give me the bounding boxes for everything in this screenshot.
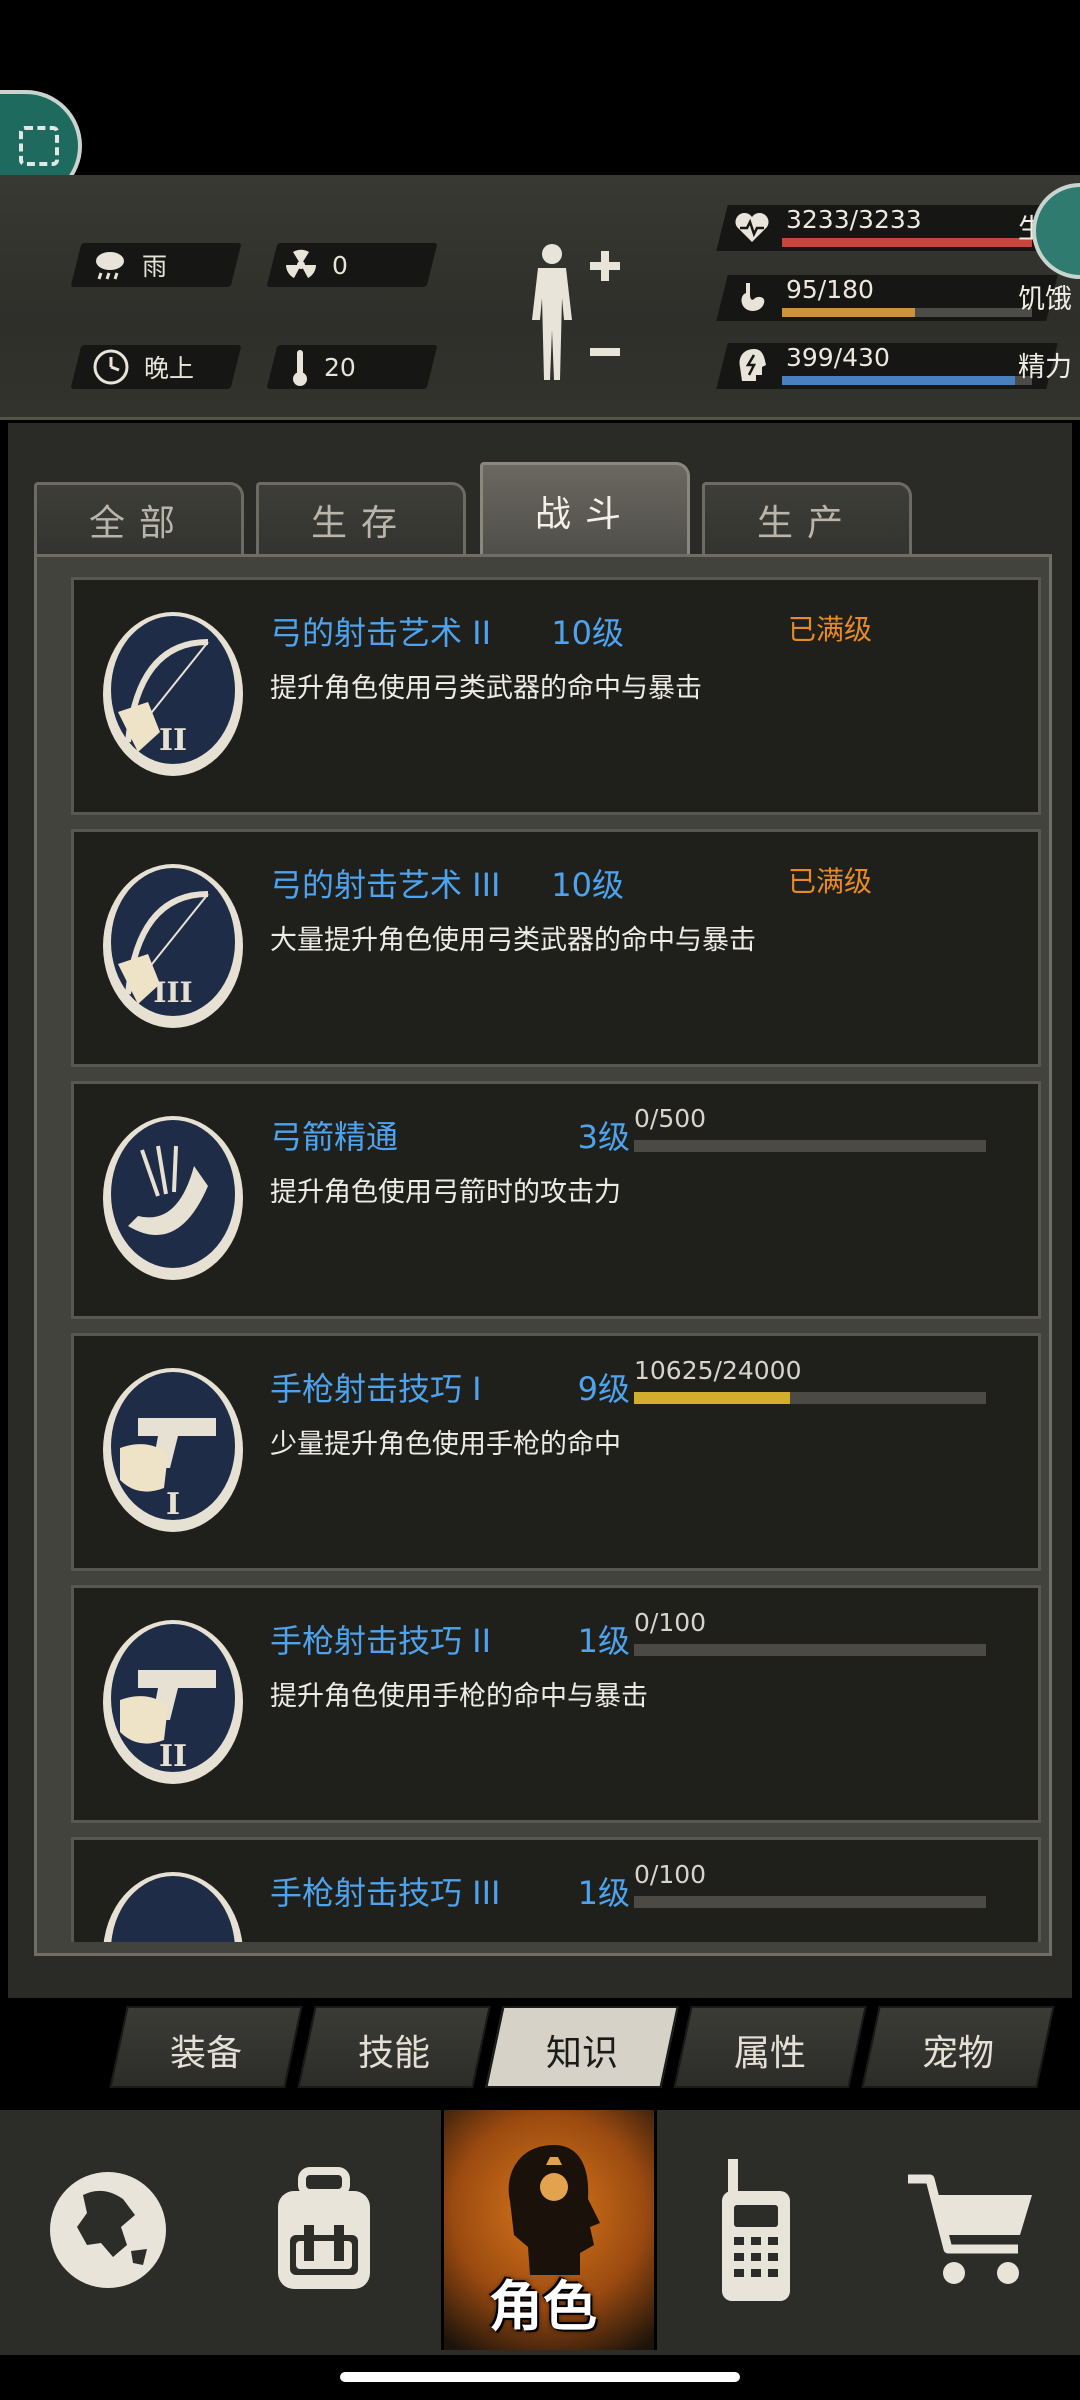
energy-value: 399/430 [786, 343, 890, 372]
skill-level: 3级 [577, 1118, 630, 1156]
nav-shop[interactable] [864, 2110, 1080, 2350]
skill-level: 1级 [577, 1874, 630, 1912]
xp-progress-fill [634, 1392, 790, 1404]
tab-combat-label: 战斗 [534, 493, 635, 535]
xp-progress-bar [634, 1392, 986, 1404]
tab-survival[interactable]: 生存 [256, 482, 466, 554]
xp-progress-bar [634, 1644, 986, 1656]
time-indicator: 晚上 [92, 345, 194, 389]
heart-icon [735, 212, 769, 242]
thermometer-icon [293, 350, 307, 386]
tab-combat[interactable]: 战斗 [480, 462, 690, 556]
skill-level: 1级 [577, 1622, 630, 1660]
nav-backpack[interactable] [216, 2110, 432, 2350]
bow-icon: II [103, 612, 243, 776]
globe-icon [50, 2172, 166, 2288]
xp-progress-text: 10625/24000 [634, 1356, 802, 1385]
max-level-badge: 已满级 [788, 613, 873, 646]
skill-card[interactable]: I 手枪射击技巧 I 9级 10625/24000 少量提升角色使用手枪的命中 [71, 1333, 1041, 1571]
xp-progress-text: 0/100 [634, 1860, 707, 1889]
skill-name: 弓的射击艺术 III [270, 866, 501, 904]
subtab-knowledge-label: 知识 [545, 2033, 618, 2074]
skill-description: 提升角色使用弓箭时的攻击力 [270, 1177, 621, 1208]
head-lightning-icon [739, 349, 766, 381]
max-level-badge: 已满级 [788, 865, 873, 898]
hp-value: 3233/3233 [786, 205, 922, 234]
skill-list[interactable]: II 弓的射击艺术 II 10级 已满级 提升角色使用弓类武器的命中与暴击 II… [71, 577, 1041, 1942]
pistol-icon: I [103, 1368, 243, 1532]
tab-all-label: 全部 [88, 502, 189, 544]
skill-description: 提升角色使用弓类武器的命中与暴击 [270, 673, 702, 704]
radiation-value: 0 [332, 250, 348, 280]
quiver-icon [103, 1116, 243, 1280]
weather-indicator: 雨 [92, 243, 167, 287]
skill-description: 少量提升角色使用手枪的命中 [270, 1429, 621, 1460]
radiation-indicator: 0 [284, 243, 348, 287]
skill-name: 手枪射击技巧 II [270, 1622, 492, 1660]
tab-survival-label: 生存 [310, 502, 411, 544]
stomach-icon [741, 283, 765, 311]
energy-label: 精力 [1018, 352, 1072, 383]
hunger-label: 饥饿 [1018, 284, 1072, 315]
roman-numeral: III [153, 976, 192, 1009]
subtab-equipment-label: 装备 [169, 2033, 242, 2074]
skill-card[interactable]: 弓箭精通 3级 0/500 提升角色使用弓箭时的攻击力 [71, 1081, 1041, 1319]
nav-character-label: 角色 [489, 2275, 597, 2338]
hp-stat: 3233/3233 生命 [716, 199, 1072, 257]
scan-icon [19, 126, 59, 166]
radiation-icon [286, 249, 316, 278]
backpack-icon [278, 2167, 370, 2289]
xp-progress-bar [634, 1896, 986, 1908]
skill-description: 提升角色使用手枪的命中与暴击 [270, 1681, 648, 1712]
skill-name: 弓箭精通 [270, 1118, 399, 1156]
top-safe-area [0, 0, 1080, 175]
status-header: 雨 0 晚上 20 3233/3233 95/180 饥饿 399/430 精力 [0, 175, 1080, 420]
temperature-value: 20 [324, 352, 356, 382]
pistol-icon: II [103, 1620, 243, 1784]
tab-production-label: 生产 [756, 502, 857, 544]
skill-card[interactable]: II 弓的射击艺术 II 10级 已满级 提升角色使用弓类武器的命中与暴击 [71, 577, 1041, 815]
energy-stat: 399/430 精力 [716, 337, 1072, 395]
roman-numeral: II [159, 1739, 187, 1774]
skill-level: 10级 [551, 866, 624, 904]
skill-list-frame[interactable]: II 弓的射击艺术 II 10级 已满级 提升角色使用弓类武器的命中与暴击 II… [34, 554, 1052, 1956]
skill-level: 9级 [577, 1370, 630, 1408]
rain-cloud-icon [96, 252, 124, 280]
shopping-cart-icon [908, 2174, 1032, 2284]
xp-progress-bar [634, 1140, 986, 1152]
weather-text: 雨 [142, 252, 168, 281]
skill-name: 手枪射击技巧 III [270, 1874, 501, 1912]
time-of-day-text: 晚上 [144, 354, 195, 383]
xp-progress-text: 0/100 [634, 1608, 707, 1637]
nav-radio[interactable] [648, 2110, 864, 2350]
pistol-icon [103, 1872, 243, 1942]
skill-card[interactable]: II 手枪射击技巧 II 1级 0/100 提升角色使用手枪的命中与暴击 [71, 1585, 1041, 1823]
xp-progress-text: 0/500 [634, 1104, 707, 1133]
skill-level: 10级 [551, 614, 624, 652]
subtab-skills-label: 技能 [357, 2033, 430, 2074]
tab-production[interactable]: 生产 [702, 482, 912, 554]
skill-description: 大量提升角色使用弓类武器的命中与暴击 [270, 925, 756, 956]
hunger-value: 95/180 [786, 275, 874, 304]
hunger-bar-fill [782, 308, 915, 317]
roman-numeral: I [166, 1487, 180, 1522]
tab-all[interactable]: 全部 [34, 482, 244, 554]
temperature-indicator: 20 [290, 345, 356, 389]
clock-icon [93, 349, 129, 385]
roman-numeral: II [159, 723, 187, 758]
skill-card[interactable]: III 弓的射击艺术 III 10级 已满级 大量提升角色使用弓类武器的命中与暴… [71, 829, 1041, 1067]
skill-name: 手枪射击技巧 I [270, 1370, 482, 1408]
body-status-icon[interactable] [522, 240, 632, 390]
subtab-pets-label: 宠物 [921, 2033, 994, 2074]
skill-name: 弓的射击艺术 II [270, 614, 492, 652]
skill-card[interactable]: 手枪射击技巧 III 1级 0/100 [71, 1837, 1041, 1942]
home-indicator[interactable] [340, 2372, 740, 2382]
bow-icon: III [103, 864, 243, 1028]
subtab-attributes-label: 属性 [733, 2033, 806, 2074]
walkie-talkie-icon [722, 2159, 790, 2301]
energy-bar-fill [782, 376, 1015, 385]
hunger-stat: 95/180 饥饿 [716, 269, 1072, 327]
nav-world-map[interactable] [0, 2110, 216, 2350]
